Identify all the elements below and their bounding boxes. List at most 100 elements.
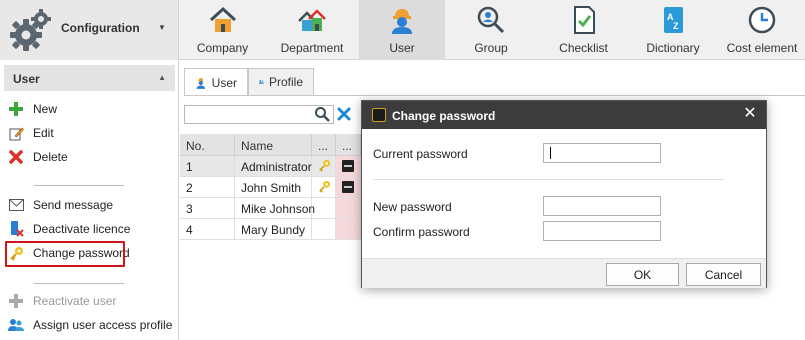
cancel-button[interactable]: Cancel (686, 263, 761, 286)
gear-icon (10, 9, 51, 51)
plus-icon (8, 293, 24, 309)
chevron-down-icon: ▼ (158, 23, 166, 32)
table-row-badge (336, 177, 361, 198)
sidebar-item-label: Deactivate licence (33, 222, 131, 236)
group-magnifier-icon (477, 6, 505, 34)
table-row-no[interactable]: 3 (180, 198, 235, 219)
table-row-name[interactable]: Mary Bundy (235, 219, 312, 240)
license-badge-icon (342, 160, 354, 172)
plus-icon (8, 101, 24, 117)
module-tabs: Company Department User Group Checklist … (180, 0, 805, 60)
tab-label: Dictionary (646, 41, 700, 55)
tab-label: User (211, 75, 237, 90)
profile-icon (259, 80, 264, 84)
user-icon (196, 77, 205, 89)
deactivate-phone-icon (8, 221, 24, 237)
table-row-key (312, 177, 336, 198)
table-row-empty (312, 198, 336, 219)
configuration-title: Configuration (61, 21, 140, 35)
dialog-footer: OK Cancel (362, 258, 766, 288)
tab-label: Company (196, 41, 249, 55)
key-icon (319, 180, 331, 193)
table-row-empty (336, 219, 361, 240)
table-row-name[interactable]: Mike Johnson (235, 198, 315, 219)
sidebar-item-label: New (33, 102, 58, 116)
sidebar-item-new[interactable]: New (8, 99, 57, 119)
confirm-password-field[interactable] (543, 221, 661, 241)
column-header-name[interactable]: Name (235, 134, 312, 156)
app-icon (372, 108, 386, 122)
tab-checklist[interactable]: Checklist (537, 0, 630, 60)
text-cursor (550, 147, 551, 159)
tab-label: Department (280, 41, 344, 55)
dialog-title: Change password (392, 109, 496, 123)
envelope-icon (8, 197, 24, 213)
sidebar-item-label: Send message (33, 198, 114, 212)
tab-label: Group (474, 41, 508, 55)
dialog-divider (373, 179, 724, 180)
edit-icon (8, 125, 24, 141)
dictionary-icon: A Z (664, 7, 683, 33)
tab-dictionary[interactable]: A Z Dictionary (630, 0, 716, 60)
sidebar-item-edit[interactable]: Edit (8, 123, 54, 143)
sidebar-item-label: Reactivate user (33, 294, 117, 308)
top-bar: Configuration ▼ Company Department User … (0, 0, 805, 60)
new-password-label: New password (373, 200, 452, 214)
tab-label: User (389, 41, 415, 55)
user-worker-icon (392, 9, 412, 34)
tab-content-user[interactable]: User (184, 68, 248, 96)
delete-x-icon (8, 149, 24, 165)
change-password-highlight (5, 241, 125, 267)
table-row-name[interactable]: Administrator (235, 156, 312, 177)
current-password-label: Current password (373, 147, 468, 161)
license-badge-icon (342, 181, 354, 193)
table-row-badge (336, 156, 361, 177)
sidebar-item-send-message[interactable]: Send message (8, 195, 113, 215)
checklist-icon (573, 6, 595, 34)
sidebar-header-title: User (13, 72, 40, 86)
sidebar-header[interactable]: User ▲ (4, 65, 175, 91)
key-icon (319, 159, 331, 172)
dialog-title-bar[interactable]: Change password ✕ (362, 101, 766, 129)
tab-group[interactable]: Group (445, 0, 537, 60)
tab-user[interactable]: User (359, 0, 445, 60)
new-password-field[interactable] (543, 196, 661, 216)
configuration-menu[interactable]: Configuration ▼ (0, 0, 179, 60)
tab-label: Cost element (726, 41, 798, 55)
column-header-4[interactable]: ... (336, 134, 361, 156)
sidebar-divider (34, 185, 124, 186)
column-header-no[interactable]: No. (180, 134, 235, 156)
sidebar: User ▲ New Edit Delete Send message Deac… (0, 61, 179, 340)
search-icon[interactable] (314, 106, 330, 122)
tab-company[interactable]: Company (180, 0, 265, 60)
confirm-password-label: Confirm password (373, 225, 470, 239)
sidebar-item-label: Assign user access profile (33, 318, 173, 332)
table-row-name[interactable]: John Smith (235, 177, 312, 198)
table-row-no[interactable]: 2 (180, 177, 235, 198)
sidebar-divider (34, 283, 124, 284)
houses-icon (298, 9, 326, 31)
sidebar-item-reactivate-user[interactable]: Reactivate user (8, 291, 116, 311)
tab-label: Checklist (559, 41, 608, 55)
tab-cost-element[interactable]: Cost element (716, 0, 805, 60)
search-input[interactable] (184, 105, 334, 124)
ok-button[interactable]: OK (606, 263, 679, 286)
table-row-no[interactable]: 4 (180, 219, 235, 240)
sidebar-item-delete[interactable]: Delete (8, 147, 68, 167)
content-tabs: User Profile (184, 68, 314, 96)
table-row-empty (312, 219, 336, 240)
tab-department[interactable]: Department (265, 0, 359, 60)
column-header-3[interactable]: ... (312, 134, 336, 156)
chevron-up-icon: ▲ (158, 73, 166, 82)
clock-icon (748, 6, 776, 34)
table-row-no[interactable]: 1 (180, 156, 235, 177)
tab-content-profile[interactable]: Profile (248, 68, 314, 95)
house-icon (209, 6, 236, 32)
close-icon[interactable]: ✕ (742, 106, 758, 122)
sidebar-item-deactivate-licence[interactable]: Deactivate licence (8, 219, 130, 239)
current-password-field[interactable] (543, 143, 661, 163)
clear-search-icon[interactable] (336, 106, 352, 122)
sidebar-item-label: Edit (33, 126, 54, 140)
sidebar-item-label: Delete (33, 150, 68, 164)
sidebar-item-assign-profile[interactable]: Assign user access profile (8, 315, 172, 335)
